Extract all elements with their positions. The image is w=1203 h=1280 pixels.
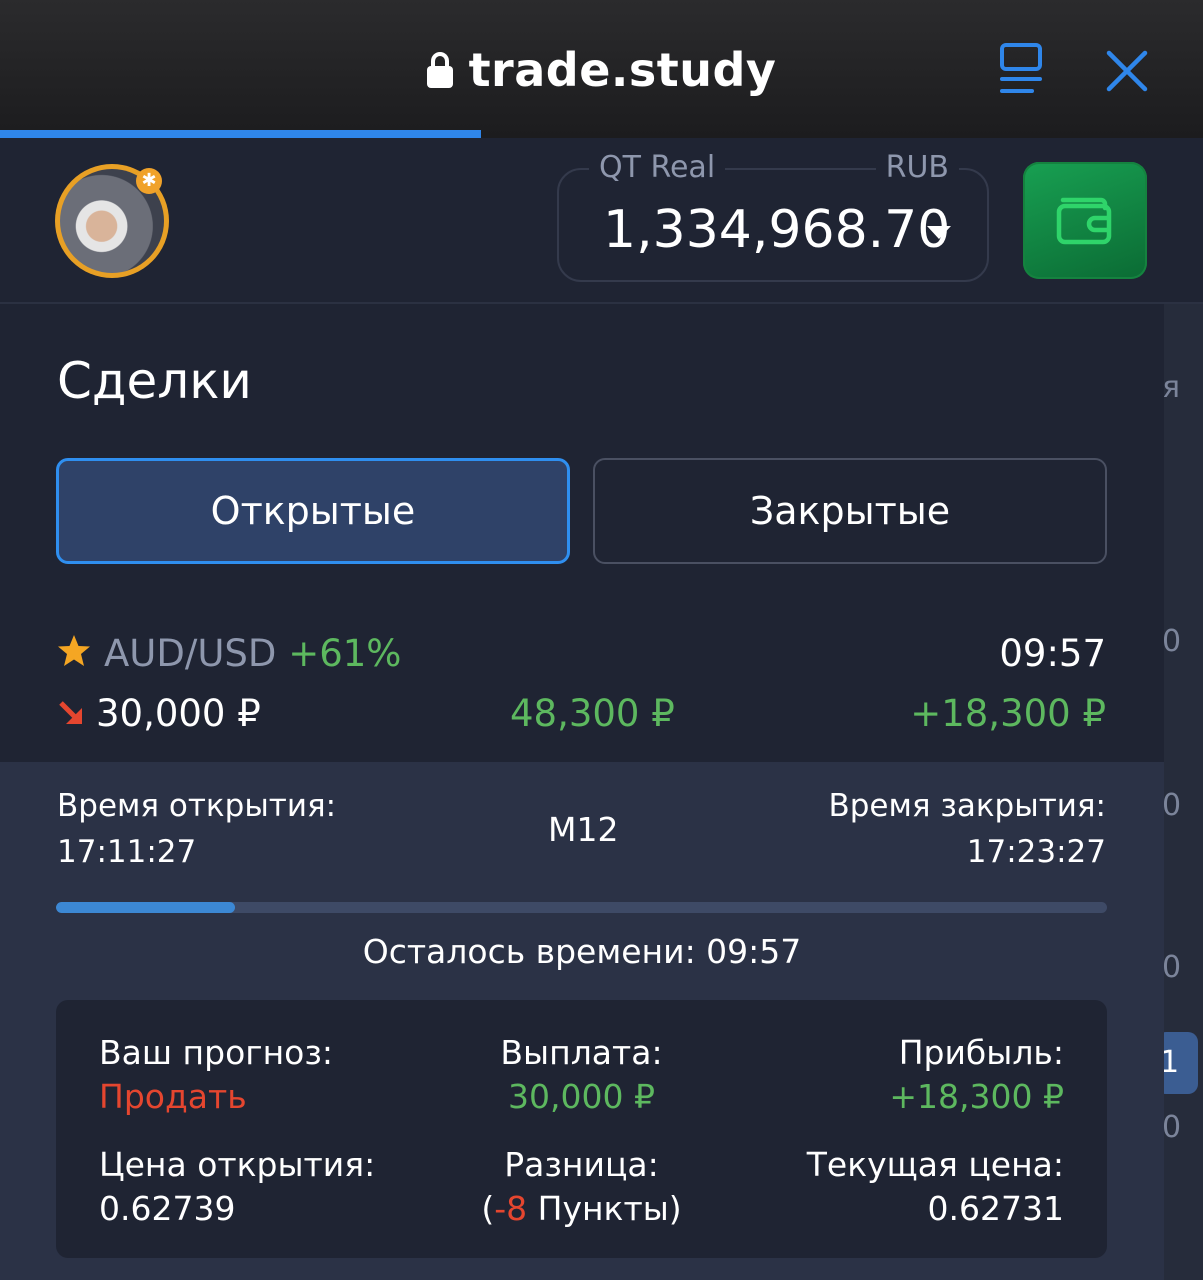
close-time-label: Время закрытия: <box>828 788 1106 824</box>
app-header: ✱ QT Real RUB 1,334,968.70 <box>0 138 1203 304</box>
trade-timer: 09:57 <box>999 632 1106 675</box>
balance-selector[interactable]: QT Real RUB 1,334,968.70 <box>557 150 989 282</box>
wallet-icon <box>1056 197 1112 245</box>
asset-pair-line: AUD/USD +61% <box>104 632 401 675</box>
open-time-label: Время открытия: <box>57 788 337 824</box>
star-icon[interactable] <box>56 634 92 668</box>
strip-text: я <box>1162 370 1181 405</box>
strip-text: 0 <box>1162 624 1182 659</box>
trade-payout: 48,300 ₽ <box>510 692 675 735</box>
profit-label: Прибыль: <box>898 1033 1064 1072</box>
account-type: QT Real <box>589 150 726 185</box>
time-progress-fill <box>56 902 235 913</box>
open-time-value: 17:11:27 <box>57 834 197 870</box>
page-title: Сделки <box>57 352 252 410</box>
wallet-button[interactable] <box>1023 162 1147 279</box>
trade-info-card: Ваш прогноз: Продать Выплата: 30,000 ₽ П… <box>56 1000 1107 1258</box>
chevron-down-icon <box>927 226 951 239</box>
arrow-down-right-icon <box>59 701 82 724</box>
browser-bar: trade.study <box>0 0 1203 138</box>
difference-unit: Пункты) <box>527 1189 682 1228</box>
url-text: trade.study <box>468 43 777 97</box>
profit-value: +18,300 ₽ <box>889 1077 1064 1116</box>
avatar-badge-icon: ✱ <box>136 168 162 194</box>
lock-icon <box>426 52 453 88</box>
strip-text: 0 <box>1162 950 1182 985</box>
trade-profit: +18,300 ₽ <box>910 692 1106 735</box>
asset-payout-percent: +61% <box>288 632 402 675</box>
account-currency: RUB <box>875 150 959 185</box>
tab-closed[interactable]: Закрытые <box>593 458 1107 564</box>
trade-stake: 30,000 ₽ <box>96 692 261 735</box>
time-progress-bar <box>56 902 1107 913</box>
strip-text: 0 <box>1162 1110 1182 1145</box>
current-price-label: Текущая цена: <box>806 1145 1064 1184</box>
current-price-value: 0.62731 <box>927 1189 1064 1228</box>
strip-text: 0 <box>1162 788 1182 823</box>
trade-summary-row[interactable]: AUD/USD +61% 09:57 30,000 ₽ 48,300 ₽ +18… <box>0 614 1164 762</box>
difference-points: -8 <box>494 1189 528 1228</box>
asset-pair: AUD/USD <box>104 632 277 675</box>
page-load-progress <box>0 130 482 138</box>
close-time-value: 17:23:27 <box>966 834 1106 870</box>
timeframe: M12 <box>548 810 619 849</box>
trades-panel: Сделки Открытые Закрытые AUD/USD +61% 09… <box>0 304 1164 1280</box>
tab-open[interactable]: Открытые <box>56 458 570 564</box>
close-icon[interactable] <box>1104 48 1150 94</box>
reader-mode-icon[interactable] <box>998 42 1044 96</box>
balance-value: 1,334,968.70 <box>603 200 951 260</box>
difference-open-paren: ( <box>481 1189 495 1228</box>
time-remaining: Осталось времени: 09:57 <box>362 932 802 971</box>
trade-details: Время открытия: 17:11:27 M12 Время закры… <box>0 762 1164 1280</box>
